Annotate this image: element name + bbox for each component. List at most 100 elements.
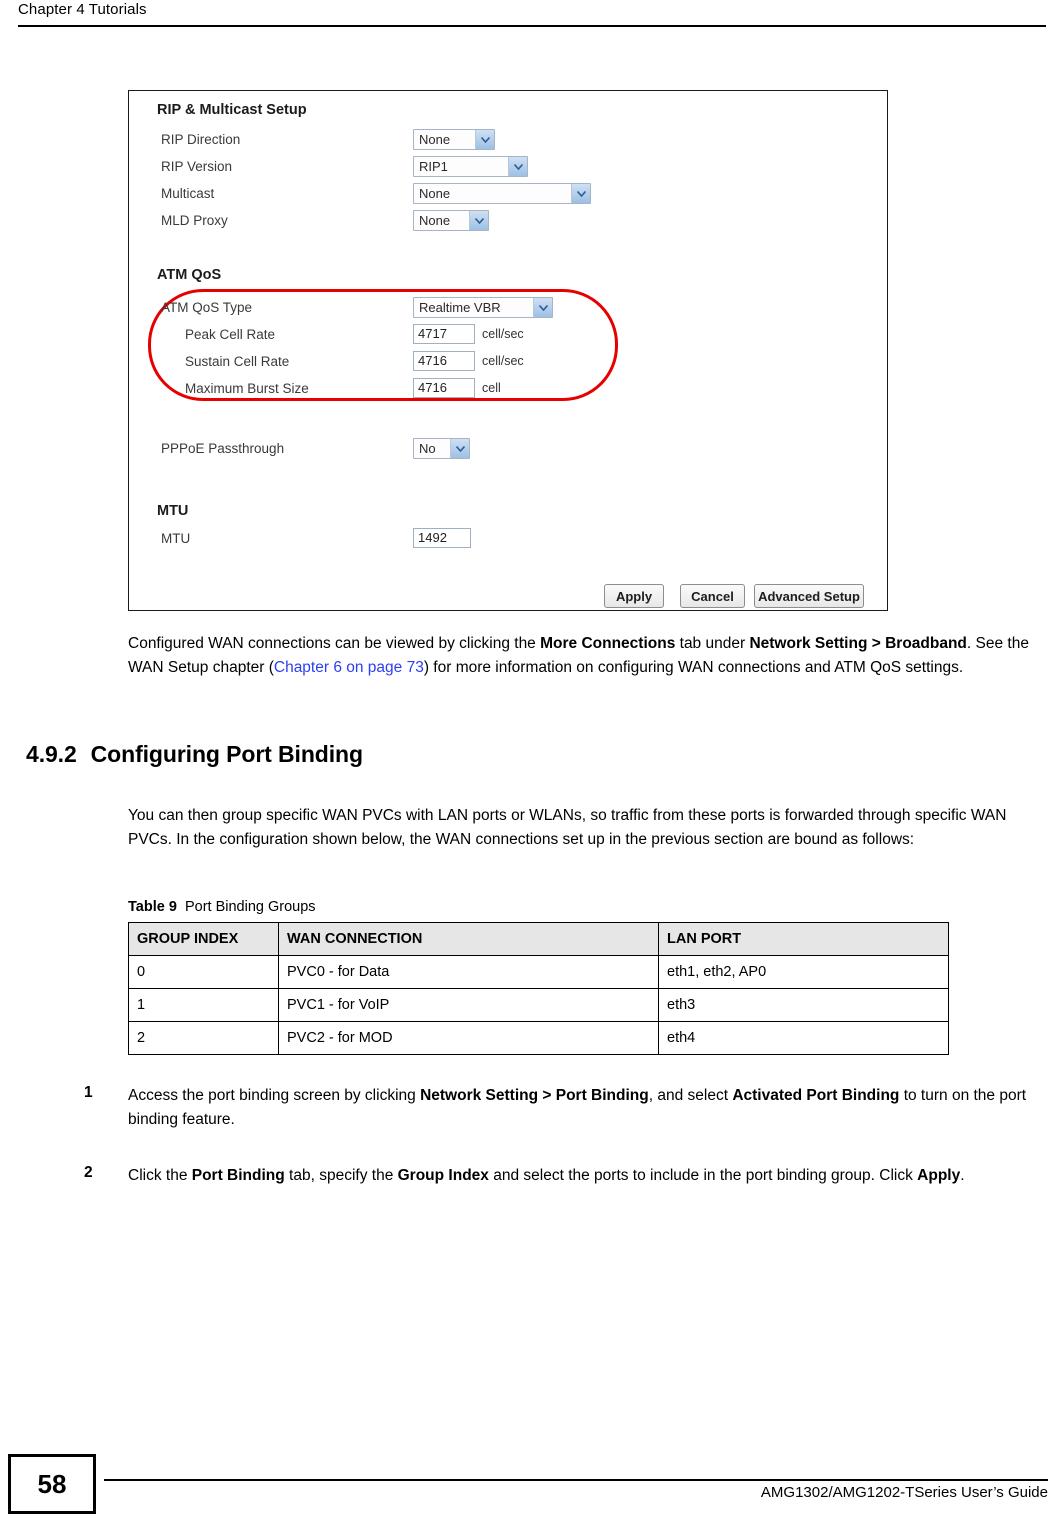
- cell-lan-port: eth4: [658, 1021, 949, 1055]
- column-header-group-index: GROUP INDEX: [128, 922, 279, 956]
- port-binding-table: GROUP INDEX WAN CONNECTION LAN PORT 0 PV…: [128, 922, 949, 1055]
- apply-button[interactable]: Apply: [604, 584, 664, 608]
- cell-wan-connection: PVC0 - for Data: [278, 955, 659, 989]
- chevron-down-icon: [508, 157, 527, 176]
- cell-group-index: 1: [128, 988, 279, 1022]
- atm-qos-type-label: ATM QoS Type: [161, 300, 253, 315]
- cancel-button[interactable]: Cancel: [680, 584, 745, 608]
- sustain-cell-rate-input[interactable]: 4716: [413, 351, 475, 371]
- peak-cell-rate-input[interactable]: 4717: [413, 324, 475, 344]
- atm-qos-type-select[interactable]: Realtime VBR: [413, 297, 553, 318]
- cell-lan-port: eth3: [658, 988, 949, 1022]
- rip-direction-value: None: [419, 132, 451, 147]
- table-caption-title: Port Binding Groups: [184, 899, 316, 915]
- step-1-bold-network-setting: Network Setting: [420, 1087, 539, 1104]
- chapter-header-text: Chapter 4 Tutorials: [18, 1, 147, 18]
- chevron-down-icon: [533, 298, 552, 317]
- page-number: 58: [37, 1468, 67, 1499]
- section-title: Configuring Port Binding: [90, 741, 363, 767]
- chevron-down-icon: [450, 439, 469, 458]
- table-row: 1 PVC1 - for VoIP eth3: [128, 988, 949, 1022]
- step-2-bold-apply: Apply: [917, 1167, 961, 1184]
- peak-cell-rate-unit: cell/sec: [482, 327, 524, 341]
- step-2-text-2: tab, specify the: [284, 1167, 398, 1184]
- pppoe-passthrough-select[interactable]: No: [413, 438, 470, 459]
- section-heading: 4.9.2 Configuring Port Binding: [26, 741, 363, 768]
- cross-reference-link[interactable]: Chapter 6 on page 73: [274, 659, 424, 676]
- step-1: 1 Access the port binding screen by clic…: [84, 1084, 1052, 1132]
- intro-text-3: >: [867, 635, 886, 652]
- step-1-bold-activated-port-binding: Activated Port Binding: [732, 1087, 900, 1104]
- step-1-text-2: >: [538, 1087, 556, 1104]
- intro-bold-more-connections: More Connections: [540, 635, 676, 652]
- rip-multicast-section-title: RIP & Multicast Setup: [157, 102, 307, 118]
- intro-paragraph: Configured WAN connections can be viewed…: [128, 632, 1048, 680]
- rip-version-select[interactable]: RIP1: [413, 156, 528, 177]
- cell-group-index: 0: [128, 955, 279, 989]
- sustain-cell-rate-unit: cell/sec: [482, 354, 524, 368]
- maximum-burst-size-input[interactable]: 4716: [413, 378, 475, 398]
- table-caption: Table 9 Port Binding Groups: [128, 899, 316, 915]
- chevron-down-icon: [475, 130, 494, 149]
- step-1-text-3: , and select: [648, 1087, 733, 1104]
- atm-qos-type-value: Realtime VBR: [419, 300, 501, 315]
- sustain-cell-rate-label: Sustain Cell Rate: [185, 354, 290, 369]
- maximum-burst-size-unit: cell: [482, 381, 501, 395]
- step-1-body: Access the port binding screen by clicki…: [128, 1084, 1052, 1132]
- multicast-select[interactable]: None: [413, 183, 591, 204]
- step-1-bold-port-binding: Port Binding: [555, 1087, 649, 1104]
- mtu-input[interactable]: 1492: [413, 528, 471, 548]
- step-2-bold-group-index: Group Index: [397, 1167, 489, 1184]
- step-2-number: 2: [84, 1164, 93, 1181]
- header-rule: [18, 25, 1046, 27]
- intro-bold-broadband: Broadband: [885, 635, 967, 652]
- cell-wan-connection: PVC1 - for VoIP: [278, 988, 659, 1022]
- intro-text-2: tab under: [675, 635, 750, 652]
- step-1-number: 1: [84, 1084, 93, 1101]
- maximum-burst-size-label: Maximum Burst Size: [185, 381, 309, 396]
- table-row: 2 PVC2 - for MOD eth4: [128, 1021, 949, 1055]
- step-2-text-3: and select the ports to include in the p…: [488, 1167, 918, 1184]
- atm-qos-section-title: ATM QoS: [157, 267, 222, 283]
- intro-text-5: ) for more information on configuring WA…: [423, 659, 964, 676]
- peak-cell-rate-label: Peak Cell Rate: [185, 327, 276, 342]
- section-paragraph: You can then group specific WAN PVCs wit…: [128, 807, 1007, 848]
- pppoe-passthrough-value: No: [419, 441, 436, 456]
- page-number-box: 58: [8, 1454, 96, 1514]
- step-2: 2 Click the Port Binding tab, specify th…: [84, 1164, 1052, 1188]
- step-1-text-1: Access the port binding screen by clicki…: [128, 1087, 421, 1104]
- mtu-section-title: MTU: [157, 503, 189, 519]
- rip-direction-select[interactable]: None: [413, 129, 495, 150]
- column-header-wan-connection: WAN CONNECTION: [278, 922, 659, 956]
- table-header-row: GROUP INDEX WAN CONNECTION LAN PORT: [128, 922, 949, 956]
- step-2-bold-port-binding: Port Binding: [191, 1167, 285, 1184]
- chevron-down-icon: [469, 211, 488, 230]
- step-2-body: Click the Port Binding tab, specify the …: [128, 1164, 1052, 1188]
- cell-lan-port: eth1, eth2, AP0: [658, 955, 949, 989]
- cell-group-index: 2: [128, 1021, 279, 1055]
- router-config-screenshot: RIP & Multicast Setup RIP Direction None…: [128, 90, 888, 611]
- intro-bold-network-setting: Network Setting: [749, 635, 868, 652]
- intro-text-1: Configured WAN connections can be viewed…: [128, 635, 541, 652]
- advanced-setup-button[interactable]: Advanced Setup: [754, 584, 864, 608]
- multicast-value: None: [419, 186, 451, 201]
- mld-proxy-value: None: [419, 213, 451, 228]
- page-header: Chapter 4 Tutorials: [0, 0, 1064, 27]
- mtu-label: MTU: [161, 531, 191, 546]
- step-2-text-4: .: [960, 1167, 965, 1184]
- table-row: 0 PVC0 - for Data eth1, eth2, AP0: [128, 955, 949, 989]
- table-caption-label: Table 9: [128, 899, 177, 915]
- pppoe-passthrough-label: PPPoE Passthrough: [161, 441, 285, 456]
- mld-proxy-label: MLD Proxy: [161, 213, 228, 228]
- mld-proxy-select[interactable]: None: [413, 210, 489, 231]
- rip-direction-label: RIP Direction: [161, 132, 241, 147]
- chevron-down-icon: [571, 184, 590, 203]
- step-2-text-1: Click the: [128, 1167, 192, 1184]
- rip-version-label: RIP Version: [161, 159, 233, 174]
- rip-version-value: RIP1: [419, 159, 448, 174]
- multicast-label: Multicast: [161, 186, 215, 201]
- cell-wan-connection: PVC2 - for MOD: [278, 1021, 659, 1055]
- footer-rule: [104, 1479, 1048, 1481]
- column-header-lan-port: LAN PORT: [658, 922, 949, 956]
- section-number: 4.9.2: [26, 741, 77, 767]
